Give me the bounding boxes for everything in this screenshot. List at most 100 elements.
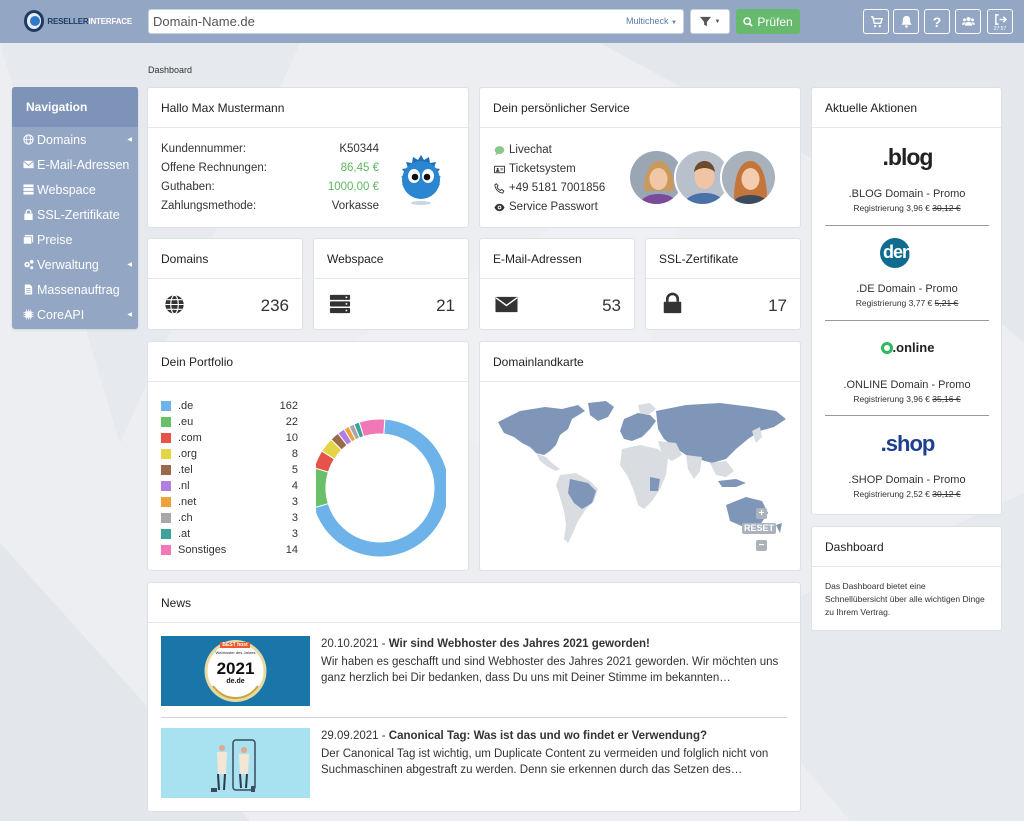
promo-name: .ONLINE Domain - Promo [843,379,971,391]
sidebar-item-label: E-Mail-Adressen [37,157,130,172]
sidebar-item-label: Verwaltung [37,257,99,272]
notifications-button[interactable] [893,9,919,34]
legend-item[interactable]: .com 10 [161,430,298,446]
breadcrumb: Dashboard [148,65,193,75]
legend-swatch [161,481,171,491]
news-panel: News BEST host Webhoster des Jahres 2021… [147,582,801,812]
sidebar-item-prices[interactable]: Preise [12,227,138,252]
legend-item[interactable]: .nl 4 [161,478,298,494]
legend-item[interactable]: .at 3 [161,526,298,542]
news-headline[interactable]: 29.09.2021 - Canonical Tag: Was ist das … [321,728,783,744]
payment-method-row: Zahlungsmethode: Vorkasse [161,200,379,212]
zoom-out-button[interactable]: − [756,540,767,551]
file-icon [22,284,34,296]
legend-item[interactable]: Sonstiges 14 [161,542,298,558]
sidebar-item-ssl[interactable]: SSL-Zertifikate [12,202,138,227]
multicheck-dropdown[interactable]: Multicheck ▼ [626,16,677,26]
news-headline[interactable]: 20.10.2021 - Wir sind Webhoster des Jahr… [321,636,783,652]
logo[interactable]: RESELLERINTERFACE [24,9,132,33]
map-reset-button[interactable]: RESET [742,523,777,534]
email-stat-tile[interactable]: E-Mail-Adressen 53 [479,238,635,330]
account-panel-title: Hallo Max Mustermann [148,88,468,128]
sidebar-item-label: SSL-Zertifikate [37,207,120,222]
legend-item[interactable]: .de 162 [161,398,298,414]
news-item[interactable]: 29.09.2021 - Canonical Tag: Was ist das … [161,728,787,800]
badge-title: Webhoster des Jahres [215,650,256,655]
row-label: Zahlungsmethode: [161,200,257,212]
news-item[interactable]: BEST host Webhoster des Jahres 2021 de.d… [161,636,787,708]
sidebar-item-management[interactable]: Verwaltung ◀ [12,252,138,277]
users-button[interactable] [955,9,981,34]
promo-divider [825,320,989,321]
logo-text: RESELLERINTERFACE [47,16,132,26]
donut-slice-sonstiges[interactable] [358,418,386,438]
dashboard-info-panel: Dashboard Das Dashboard bietet eine Schn… [811,526,1002,631]
check-button[interactable]: Prüfen [736,9,800,34]
promo-de[interactable]: .DE Domain - Promo Registrierung 3,77 € … [825,283,989,308]
cart-button[interactable] [863,9,889,34]
stat-title: Domains [148,239,302,279]
service-password-link[interactable]: Service Passwort [494,201,598,213]
phone-link[interactable]: +49 5181 7001856 [494,182,605,194]
promo-shop[interactable]: .SHOP Domain - Promo Registrierung 2,52 … [825,474,989,499]
legend-label: Sonstiges [178,544,227,556]
logout-button[interactable]: 27:57 [987,9,1013,34]
phone-icon [494,182,505,194]
sidebar-item-label: Domains [37,132,87,147]
legend-item[interactable]: .org 8 [161,446,298,462]
eye-icon [494,203,505,211]
promo-price: Registrierung 2,52 € 30,12 € [853,489,961,499]
webspace-stat-tile[interactable]: Webspace 21 [313,238,469,330]
legend-item[interactable]: .net 3 [161,494,298,510]
cogs-icon [22,259,34,271]
legend-label: .at [178,528,191,540]
domain-map-title: Domainlandkarte [480,342,800,382]
promo-price: Registrierung 3,77 € 5,21 € [855,298,959,308]
legend-count: 22 [285,416,298,428]
donut-slice-eu[interactable] [316,467,330,508]
legend-swatch [161,529,171,539]
webspace-count: 21 [436,296,455,315]
zoom-in-button[interactable]: + [756,508,767,519]
legend-count: 162 [279,400,298,412]
news-date: 20.10.2021 [321,638,379,650]
ssl-stat-tile[interactable]: SSL-Zertifikate 17 [645,238,801,330]
legend-swatch [161,401,171,411]
sidebar-item-webspace[interactable]: Webspace [12,177,138,202]
promotions-panel: Aktuelle Aktionen .blog .BLOG Domain - P… [811,87,1002,515]
users-icon [961,16,975,26]
legend-item[interactable]: .ch 3 [161,510,298,526]
sidebar-item-coreapi[interactable]: CoreAPI ◀ [12,302,138,327]
domain-search: Multicheck ▼ [148,9,684,34]
logo-mark [24,10,45,32]
filter-button[interactable]: ▼ [690,9,730,34]
news-excerpt: Der Canonical Tag ist wichtig, um Duplic… [321,748,769,776]
customer-number-row: Kundennummer: K50344 [161,143,379,155]
question-icon: ? [932,13,942,30]
legend-item[interactable]: .tel 5 [161,462,298,478]
price-icon [22,234,34,246]
caret-down-icon: ▼ [714,18,721,25]
map-region-africa [620,445,668,509]
sidebar-title: Navigation [12,87,138,127]
promo-online[interactable]: .ONLINE Domain - Promo Registrierung 3,9… [825,379,989,404]
help-button[interactable]: ? [924,9,950,34]
livechat-link[interactable]: Livechat [494,144,552,156]
promo-blog[interactable]: .BLOG Domain - Promo Registrierung 3,96 … [825,188,989,213]
caret-down-icon: ▼ [671,20,677,26]
globe-icon [165,294,184,315]
lock-icon [22,209,34,221]
domain-search-input[interactable] [149,10,619,33]
domains-stat-tile[interactable]: Domains 236 [147,238,303,330]
open-invoices-row[interactable]: Offene Rechnungen: 86,45 € [161,162,379,174]
map-region-new-zealand [776,523,782,533]
legend-item[interactable]: .eu 22 [161,414,298,430]
sidebar-item-email[interactable]: E-Mail-Adressen [12,152,138,177]
server-icon [22,184,34,196]
sidebar-item-bulk-order[interactable]: Massenauftrag [12,277,138,302]
ticketsystem-link[interactable]: Ticketsystem [494,163,576,175]
sidebar-item-label: Massenauftrag [37,282,120,297]
phone-number: +49 5181 7001856 [509,182,606,194]
sidebar-item-domains[interactable]: Domains ◀ [12,127,138,152]
map-region-southeast-asia [710,461,734,477]
